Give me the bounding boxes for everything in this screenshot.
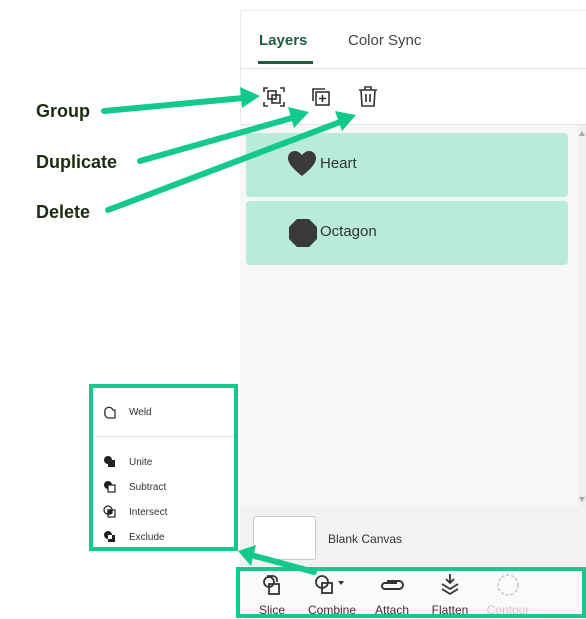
arrow-group-head <box>240 87 260 108</box>
arrow-combine <box>252 553 317 575</box>
arrow-combine-head <box>238 545 256 566</box>
arrow-group <box>101 95 246 114</box>
annotation-arrows <box>101 87 356 575</box>
arrow-duplicate-head <box>288 107 309 128</box>
arrow-duplicate <box>137 115 295 164</box>
